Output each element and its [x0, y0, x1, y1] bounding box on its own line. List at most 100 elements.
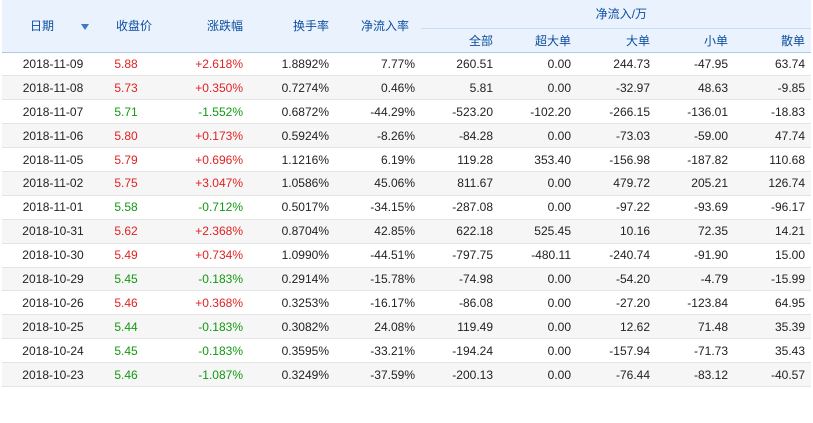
cell-retail: 63.74 — [734, 52, 812, 77]
cell-small: 71.48 — [656, 314, 734, 340]
cell-date: 2018-10-31 — [2, 219, 104, 244]
cell-xl: 0.00 — [499, 52, 577, 77]
cell-large: 12.62 — [577, 314, 656, 340]
cell-small: -47.95 — [656, 52, 734, 77]
cell-net-inflow-rate: 42.85% — [335, 219, 421, 244]
cell-turnover: 0.6872% — [249, 99, 335, 125]
cell-date: 2018-10-30 — [2, 243, 104, 268]
cell-xl: 0.00 — [499, 75, 577, 101]
cell-change: -0.712% — [158, 195, 249, 220]
cell-change: +0.734% — [158, 243, 249, 268]
cell-all: 811.67 — [421, 171, 499, 196]
cell-net-inflow-rate: -33.21% — [335, 338, 421, 364]
header-large[interactable]: 大单 — [577, 28, 656, 53]
cell-turnover: 0.8704% — [249, 219, 335, 244]
table-row: 2018-10-23 5.46 -1.087% 0.3249% -37.59% -200.… — [2, 362, 812, 387]
header-retail[interactable]: 散单 — [734, 28, 812, 53]
cell-net-inflow-rate: -16.17% — [335, 290, 421, 316]
cell-xl: 525.45 — [499, 219, 577, 244]
cell-close: 5.71 — [104, 99, 158, 125]
cell-net-inflow-rate: 7.77% — [335, 52, 421, 77]
cell-turnover: 0.2914% — [249, 267, 335, 292]
cell-date: 2018-11-02 — [2, 171, 104, 196]
cell-change: +3.047% — [158, 171, 249, 196]
cell-close: 5.46 — [104, 290, 158, 316]
cell-all: -74.98 — [421, 267, 499, 292]
cell-close: 5.79 — [104, 147, 158, 172]
table-row: 2018-10-24 5.45 -0.183% 0.3595% -33.21% -194.… — [2, 338, 812, 364]
table-row: 2018-11-09 5.88 +2.618% 1.8892% 7.77% 260.51 0… — [2, 52, 812, 77]
cell-retail: -96.17 — [734, 195, 812, 220]
fund-flow-table: 日期 收盘价 涨跌幅 换手率 净流入率 净流入/万 全部 超大单 大单 小单 散… — [2, 0, 812, 387]
header-net-inflow-group: 净流入/万 — [421, 0, 812, 29]
cell-turnover: 0.3253% — [249, 290, 335, 316]
header-small[interactable]: 小单 — [656, 28, 734, 53]
table-row: 2018-10-26 5.46 +0.368% 0.3253% -16.17% -86.0… — [2, 290, 812, 316]
cell-change: +0.696% — [158, 147, 249, 172]
cell-date: 2018-10-26 — [2, 290, 104, 316]
cell-large: -27.20 — [577, 290, 656, 316]
table-row: 2018-11-07 5.71 -1.552% 0.6872% -44.29% -523.… — [2, 99, 812, 125]
header-xl[interactable]: 超大单 — [499, 28, 577, 53]
table-body: 2018-11-09 5.88 +2.618% 1.8892% 7.77% 260.51 0… — [2, 52, 812, 387]
cell-close: 5.62 — [104, 219, 158, 244]
cell-small: -71.73 — [656, 338, 734, 364]
cell-all: 5.81 — [421, 75, 499, 101]
cell-change: +2.368% — [158, 219, 249, 244]
cell-all: 260.51 — [421, 52, 499, 77]
cell-close: 5.44 — [104, 314, 158, 340]
cell-net-inflow-rate: -34.15% — [335, 195, 421, 220]
cell-xl: 0.00 — [499, 267, 577, 292]
cell-net-inflow-rate: -37.59% — [335, 362, 421, 387]
header-change[interactable]: 涨跌幅 — [158, 0, 249, 53]
header-close[interactable]: 收盘价 — [104, 0, 158, 53]
cell-date: 2018-11-08 — [2, 75, 104, 101]
cell-small: -59.00 — [656, 123, 734, 149]
cell-large: -32.97 — [577, 75, 656, 101]
cell-turnover: 0.3249% — [249, 362, 335, 387]
cell-retail: -40.57 — [734, 362, 812, 387]
cell-all: -797.75 — [421, 243, 499, 268]
header-all[interactable]: 全部 — [421, 28, 499, 53]
cell-xl: 353.40 — [499, 147, 577, 172]
header-date[interactable]: 日期 — [2, 0, 104, 53]
cell-all: -86.08 — [421, 290, 499, 316]
cell-small: -91.90 — [656, 243, 734, 268]
cell-turnover: 0.3595% — [249, 338, 335, 364]
cell-date: 2018-11-06 — [2, 123, 104, 149]
cell-net-inflow-rate: -44.51% — [335, 243, 421, 268]
cell-change: +2.618% — [158, 52, 249, 77]
cell-change: -1.552% — [158, 99, 249, 125]
cell-large: 10.16 — [577, 219, 656, 244]
cell-small: -83.12 — [656, 362, 734, 387]
cell-close: 5.80 — [104, 123, 158, 149]
cell-close: 5.58 — [104, 195, 158, 220]
cell-small: 205.21 — [656, 171, 734, 196]
cell-close: 5.46 — [104, 362, 158, 387]
cell-date: 2018-11-09 — [2, 52, 104, 77]
cell-date: 2018-10-25 — [2, 314, 104, 340]
cell-large: -266.15 — [577, 99, 656, 125]
table-row: 2018-11-05 5.79 +0.696% 1.1216% 6.19% 119.28 3… — [2, 147, 812, 172]
cell-date: 2018-11-05 — [2, 147, 104, 172]
cell-large: -54.20 — [577, 267, 656, 292]
cell-turnover: 0.5924% — [249, 123, 335, 149]
cell-all: -523.20 — [421, 99, 499, 125]
cell-retail: 35.43 — [734, 338, 812, 364]
cell-retail: 64.95 — [734, 290, 812, 316]
cell-net-inflow-rate: -15.78% — [335, 267, 421, 292]
sort-desc-icon[interactable] — [81, 24, 90, 31]
cell-close: 5.73 — [104, 75, 158, 101]
cell-turnover: 1.0990% — [249, 243, 335, 268]
cell-all: 622.18 — [421, 219, 499, 244]
header-net-inflow-rate[interactable]: 净流入率 — [335, 0, 421, 53]
cell-xl: 0.00 — [499, 362, 577, 387]
header-turnover[interactable]: 换手率 — [249, 0, 335, 53]
cell-close: 5.49 — [104, 243, 158, 268]
cell-all: 119.28 — [421, 147, 499, 172]
cell-change: -0.183% — [158, 338, 249, 364]
cell-small: -123.84 — [656, 290, 734, 316]
cell-change: +0.368% — [158, 290, 249, 316]
cell-retail: -15.99 — [734, 267, 812, 292]
cell-retail: 35.39 — [734, 314, 812, 340]
